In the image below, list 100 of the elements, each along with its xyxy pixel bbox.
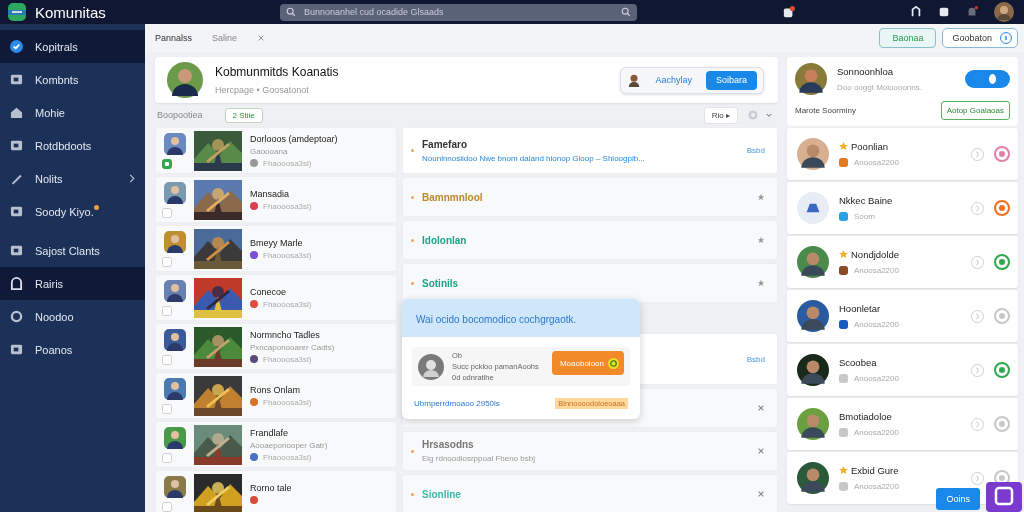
detail-subtitle: Eig rdnoodiosrppoal Fheno bsbj	[422, 454, 535, 463]
nav-item[interactable]: Sajost Clants	[0, 234, 145, 267]
game-row[interactable]: Dorlooos (amdeptoar) Gaoooana Fhaooosa3sl)	[155, 127, 397, 174]
tab[interactable]: Saline	[212, 33, 238, 43]
square-icon	[10, 139, 23, 152]
pin-icon[interactable]	[757, 193, 765, 201]
filter-chip[interactable]: 2 Stiie	[224, 107, 263, 123]
game-reading: Fhaooosa3sl)	[263, 250, 312, 260]
friend-status: Soom	[854, 212, 875, 221]
checkbox[interactable]	[162, 305, 172, 316]
info-icon	[1000, 32, 1012, 44]
game-icon	[164, 279, 186, 302]
nav-item[interactable]: Noodoo	[0, 300, 145, 333]
friend-name: Bmotiadoloe	[839, 411, 892, 422]
game-title: Dorlooos (amdeptoar)	[250, 133, 338, 144]
game-reading: Fhaooosa3sl)	[263, 201, 312, 211]
nav-item[interactable]: Mohie	[0, 96, 145, 129]
game-row[interactable]: Conecoe Fhaooosa3sl)	[155, 274, 397, 321]
toggle-switch[interactable]	[965, 70, 1010, 88]
nav-item[interactable]: Soody Kiyo.	[0, 195, 145, 228]
join-button[interactable]: Ooins	[936, 488, 980, 510]
game-reading: Fhaooosa3sl)	[263, 354, 312, 364]
close-icon[interactable]	[257, 34, 266, 42]
secondary-button[interactable]: Goobaton	[942, 28, 1018, 48]
friend-row[interactable]: Hoonletar Anoosa2200	[787, 290, 1018, 342]
calendar-icon[interactable]	[938, 6, 950, 18]
checkbox[interactable]	[162, 501, 172, 512]
game-row[interactable]: Bmeyy Marle Fhaooosa3sl)	[155, 225, 397, 272]
game-icon	[164, 426, 186, 449]
search-input[interactable]: Bunnonanhel cud ocadide Glsaads	[304, 7, 613, 17]
friend-row[interactable]: Bmotiadoloe Anoosa2200	[787, 398, 1018, 450]
bell-icon[interactable]	[966, 6, 978, 18]
profile-name: Sonnoonhloa	[837, 66, 894, 77]
avatar	[797, 192, 829, 224]
checkbox[interactable]	[162, 452, 172, 463]
avatar	[167, 62, 203, 98]
game-icon	[839, 212, 848, 221]
settings-icon[interactable]	[748, 110, 758, 120]
game-row[interactable]: Rons Onlam Fhaooosa3sl)	[155, 372, 397, 419]
search-icon[interactable]	[621, 7, 631, 17]
caret-icon[interactable]	[766, 112, 772, 118]
close-icon[interactable]	[757, 404, 765, 412]
action-button[interactable]: Soibara	[705, 70, 757, 90]
profile-note: Marote Soorminy	[795, 106, 856, 115]
nav-item[interactable]: Rotdbdoots	[0, 129, 145, 162]
nav-item[interactable]: Poanos	[0, 333, 145, 366]
game-subtitle: Pxncaponooarer Cadts)	[250, 342, 335, 352]
nav-item[interactable]: Kopitrals	[0, 30, 145, 63]
friend-status: Anoosa2200	[854, 266, 899, 275]
notification-icon[interactable]	[783, 6, 795, 18]
pin-icon[interactable]	[757, 279, 765, 287]
checkbox[interactable]	[162, 256, 172, 267]
game-icon	[839, 266, 848, 275]
friend-row[interactable]: Scoobea Anoosa2200	[787, 344, 1018, 396]
friend-name: Nkkec Baine	[839, 195, 893, 206]
status-dot[interactable]	[994, 362, 1010, 378]
game-title: Normncho Tadles	[250, 329, 321, 340]
add-button[interactable]: Aotop Goalaoas	[940, 101, 1010, 120]
game-icon	[164, 230, 186, 253]
activity-link[interactable]: Aachylay	[655, 75, 692, 85]
friend-row[interactable]: Nkkec Baine Soom	[787, 182, 1018, 234]
game-reading: Fhaooosa3sl)	[263, 397, 312, 407]
sort-button[interactable]: Rio ▸	[703, 106, 738, 124]
bullet-icon	[411, 281, 414, 285]
avatar	[627, 73, 642, 87]
status-dot[interactable]	[994, 200, 1010, 216]
detail-title: Bamnmnlool	[422, 191, 483, 203]
checkbox[interactable]	[162, 354, 172, 365]
close-icon[interactable]	[757, 490, 765, 498]
app-title: Komunitas	[35, 3, 106, 21]
game-row[interactable]: Normncho Tadles Pxncaponooarer Cadts) Fhaooosa3sl)	[155, 323, 397, 370]
game-row[interactable]: Rorno tale	[155, 470, 397, 512]
tab[interactable]: Pannalss	[155, 33, 193, 43]
avatar[interactable]	[994, 2, 1014, 22]
checkbox[interactable]	[162, 158, 172, 169]
checkbox[interactable]	[162, 403, 172, 414]
game-row[interactable]: Frandlafe Aooaeponooper Gatr) Fhaooosa3sl)	[155, 421, 397, 468]
nav-item[interactable]: Rairis	[0, 267, 145, 300]
pin-icon[interactable]	[757, 236, 765, 244]
checkbox[interactable]	[162, 207, 172, 218]
status-dot[interactable]	[994, 308, 1010, 324]
status-dot[interactable]	[994, 146, 1010, 162]
detail-title: Sotinils	[422, 277, 459, 289]
detail-row[interactable]: Famefaro Nounlnnosiidoo Nwe bnom daland hionop Gloop – Shloogpib... Bsbd	[402, 127, 778, 174]
search-field[interactable]: Bunnonanhel cud ocadide Glsaads	[280, 3, 637, 21]
friend-status: Anoosa2200	[854, 158, 899, 167]
nav-item[interactable]: Kombnts	[0, 63, 145, 96]
detail-row[interactable]: Hrsasodns Eig rdnoodiosrppoal Fheno bsbj	[402, 431, 778, 471]
status-dot[interactable]	[994, 254, 1010, 270]
friend-row[interactable]: Poonlian Anoosa2200	[787, 128, 1018, 180]
friend-row[interactable]: Nondjdolde Anoosa2200	[787, 236, 1018, 288]
game-row[interactable]: Mansadia Fhaooosa3sl)	[155, 176, 397, 223]
game-subtitle: Aooaeponooper Gatr)	[250, 440, 328, 450]
bullet-icon	[411, 238, 414, 242]
game-reading: Fhaooosa3sl)	[263, 452, 312, 462]
status-dot[interactable]	[994, 416, 1010, 432]
nav-item[interactable]: Nolits	[0, 162, 145, 195]
close-icon[interactable]	[757, 447, 765, 455]
smile-icon	[608, 357, 619, 369]
popup-link[interactable]: Ubmperrdmoaoo 2950ls	[414, 399, 500, 408]
